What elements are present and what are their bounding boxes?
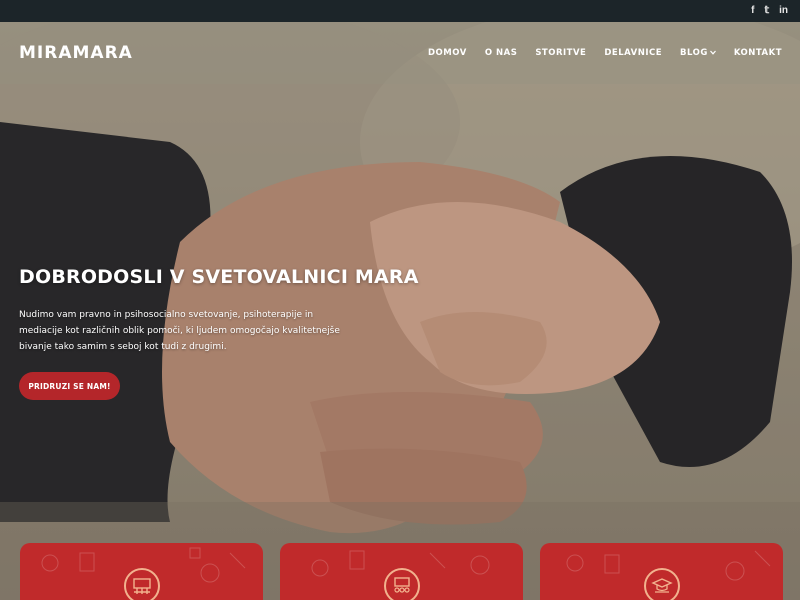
feature-card-3[interactable] — [540, 543, 783, 600]
nav-label: O NAS — [484, 48, 518, 58]
building-icon — [123, 568, 160, 600]
nav-item-blog[interactable]: BLOG — [680, 48, 716, 58]
nav-item-storitve[interactable]: STORITVE — [535, 48, 586, 58]
twitter-icon[interactable]: 𝕥 — [764, 0, 769, 22]
nav-item-kontakt[interactable]: KONTAKT — [734, 48, 782, 58]
top-social-bar: f 𝕥 in — [0, 0, 800, 22]
hero-description: Nudimo vam pravno in psihosocialno sveto… — [19, 310, 340, 352]
graduation-icon — [643, 568, 680, 600]
hero-title: DOBRODOSLI V SVETOVALNICI MARA — [19, 266, 419, 288]
chevron-down-icon — [709, 49, 716, 57]
nav-label: KONTAKT — [733, 48, 782, 58]
feature-card-2[interactable] — [280, 543, 523, 600]
site-header: MIRAMARA DOMOV O NAS STORITVE DELAVNICE … — [0, 22, 800, 84]
nav-item-domov[interactable]: DOMOV — [428, 48, 467, 58]
nav-label: DELAVNICE — [604, 48, 663, 58]
social-links: f 𝕥 in — [751, 0, 788, 22]
main-nav: DOMOV O NAS STORITVE DELAVNICE BLOG KONT… — [428, 22, 782, 84]
linkedin-icon[interactable]: in — [779, 0, 788, 22]
classroom-icon — [383, 568, 420, 600]
join-us-button[interactable]: PRIDRUZI SE NAM! — [19, 372, 120, 400]
nav-item-delavnice[interactable]: DELAVNICE — [604, 48, 662, 58]
nav-label: DOMOV — [427, 48, 467, 58]
nav-item-o-nas[interactable]: O NAS — [485, 48, 518, 58]
site-logo[interactable]: MIRAMARA — [19, 22, 133, 84]
facebook-icon[interactable]: f — [751, 0, 754, 22]
feature-card-1[interactable] — [20, 543, 263, 600]
nav-label: BLOG — [680, 48, 708, 58]
nav-label: STORITVE — [535, 48, 587, 58]
